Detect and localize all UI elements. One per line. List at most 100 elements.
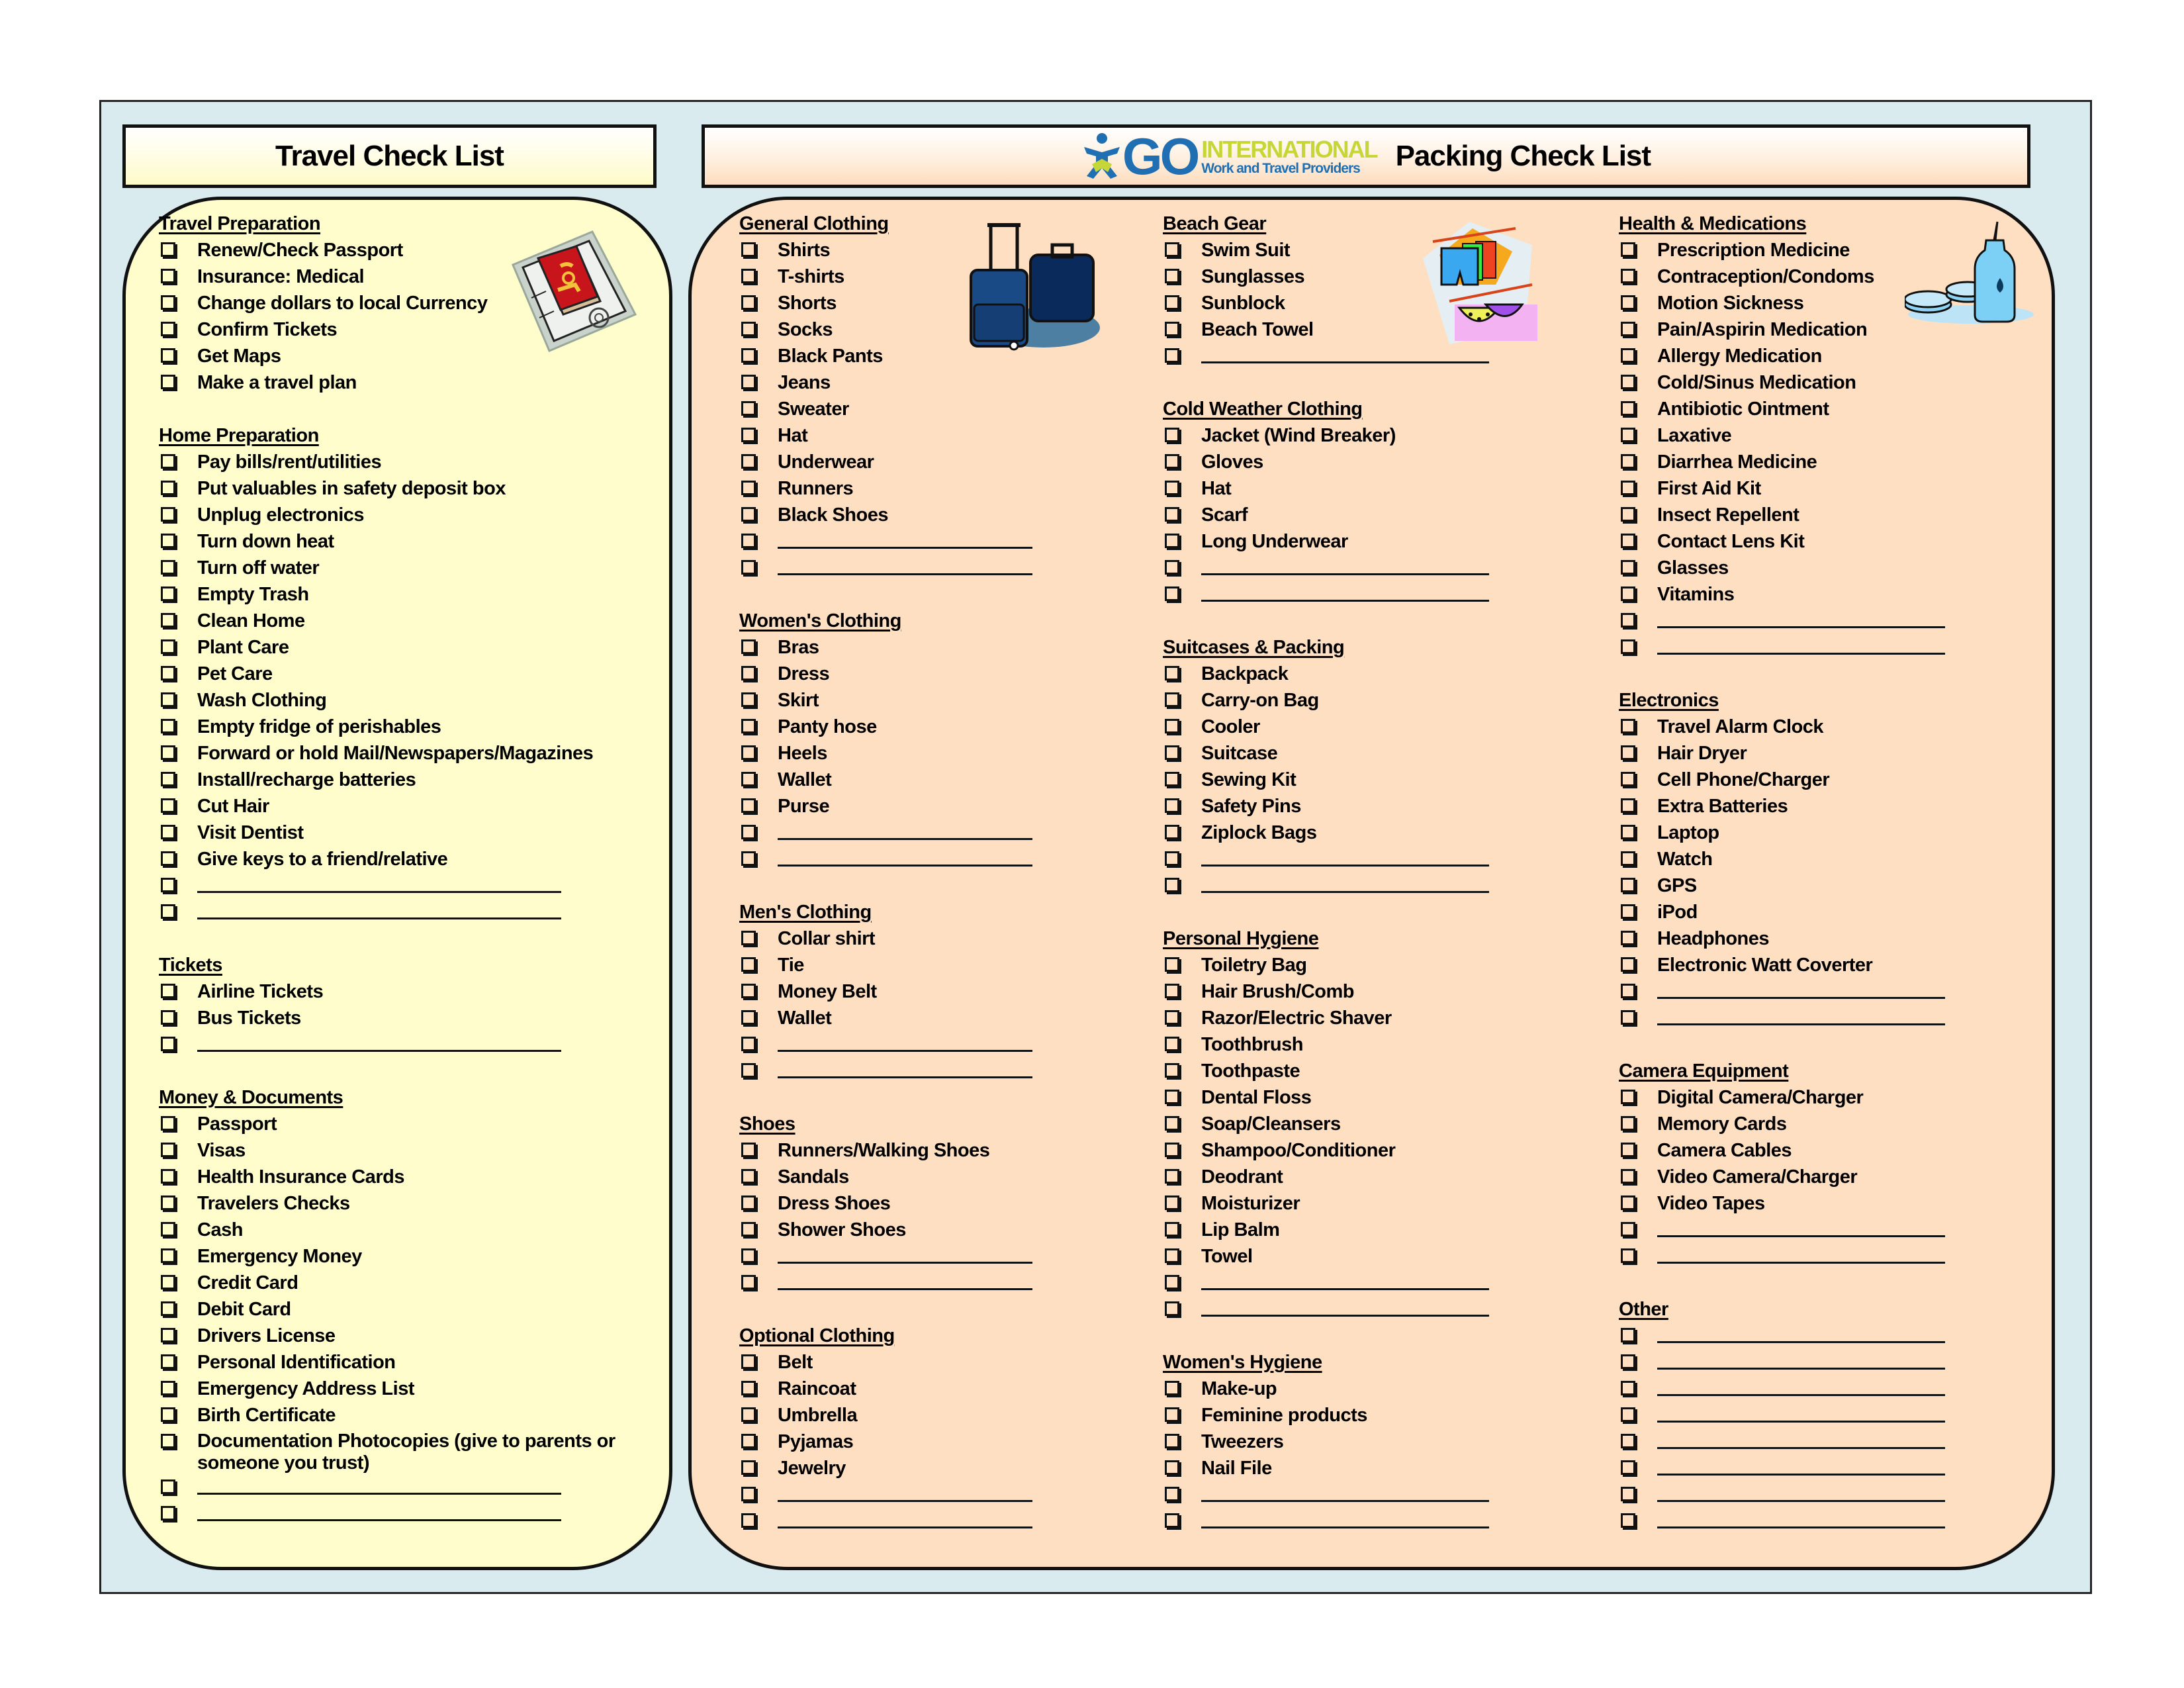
- checkbox[interactable]: [1165, 1222, 1179, 1237]
- checkbox[interactable]: [741, 798, 756, 813]
- write-in-line[interactable]: [1201, 1481, 1489, 1502]
- checkbox[interactable]: [161, 613, 175, 628]
- write-in-line[interactable]: [197, 1474, 561, 1495]
- checkbox[interactable]: [1165, 1063, 1179, 1078]
- checkbox[interactable]: [161, 1196, 175, 1210]
- checkbox[interactable]: [1165, 534, 1179, 548]
- write-in-line[interactable]: [1657, 1376, 1945, 1396]
- checkbox[interactable]: [1621, 825, 1635, 839]
- checkbox[interactable]: [161, 1010, 175, 1025]
- checkbox[interactable]: [741, 1063, 756, 1078]
- checkbox[interactable]: [1621, 481, 1635, 495]
- checkbox[interactable]: [1621, 586, 1635, 601]
- checkbox[interactable]: [741, 348, 756, 363]
- checkbox[interactable]: [741, 957, 756, 972]
- checkbox[interactable]: [1621, 1460, 1635, 1475]
- checkbox[interactable]: [741, 534, 756, 548]
- checkbox[interactable]: [161, 1275, 175, 1289]
- checkbox[interactable]: [1621, 1143, 1635, 1157]
- checkbox[interactable]: [1621, 1354, 1635, 1369]
- write-in-line[interactable]: [1201, 846, 1489, 867]
- checkbox[interactable]: [1621, 242, 1635, 257]
- checkbox[interactable]: [741, 666, 756, 680]
- checkbox[interactable]: [741, 745, 756, 760]
- checkbox[interactable]: [161, 322, 175, 336]
- checkbox[interactable]: [741, 1010, 756, 1025]
- checkbox[interactable]: [741, 1407, 756, 1422]
- write-in-line[interactable]: [1201, 872, 1489, 893]
- checkbox[interactable]: [161, 692, 175, 707]
- checkbox[interactable]: [1165, 1010, 1179, 1025]
- write-in-line[interactable]: [778, 1058, 1032, 1078]
- checkbox[interactable]: [161, 1407, 175, 1422]
- checkbox[interactable]: [161, 772, 175, 786]
- checkbox[interactable]: [1621, 269, 1635, 283]
- checkbox[interactable]: [161, 904, 175, 919]
- checkbox[interactable]: [1621, 639, 1635, 654]
- checkbox[interactable]: [161, 242, 175, 257]
- checkbox[interactable]: [741, 1487, 756, 1501]
- checkbox[interactable]: [161, 1354, 175, 1369]
- write-in-line[interactable]: [778, 1031, 1032, 1052]
- checkbox[interactable]: [1621, 1513, 1635, 1528]
- write-in-line[interactable]: [1657, 1481, 1945, 1502]
- checkbox[interactable]: [161, 1222, 175, 1237]
- checkbox[interactable]: [741, 1275, 756, 1289]
- checkbox[interactable]: [1621, 984, 1635, 998]
- checkbox[interactable]: [1621, 1222, 1635, 1237]
- checkbox[interactable]: [1165, 1513, 1179, 1528]
- checkbox[interactable]: [161, 348, 175, 363]
- write-in-line[interactable]: [1657, 1323, 1945, 1343]
- checkbox[interactable]: [741, 1169, 756, 1184]
- checkbox[interactable]: [741, 375, 756, 389]
- checkbox[interactable]: [1165, 984, 1179, 998]
- checkbox[interactable]: [741, 825, 756, 839]
- checkbox[interactable]: [1621, 560, 1635, 575]
- checkbox[interactable]: [741, 507, 756, 522]
- checkbox[interactable]: [161, 454, 175, 469]
- checkbox[interactable]: [1165, 1487, 1179, 1501]
- write-in-line[interactable]: [778, 1508, 1032, 1528]
- checkbox[interactable]: [1165, 825, 1179, 839]
- checkbox[interactable]: [1165, 269, 1179, 283]
- checkbox[interactable]: [161, 1116, 175, 1131]
- checkbox[interactable]: [1165, 1407, 1179, 1422]
- checkbox[interactable]: [1165, 692, 1179, 707]
- checkbox[interactable]: [1621, 931, 1635, 945]
- checkbox[interactable]: [1165, 1116, 1179, 1131]
- checkbox[interactable]: [161, 798, 175, 813]
- write-in-line[interactable]: [1657, 1217, 1945, 1237]
- checkbox[interactable]: [741, 984, 756, 998]
- checkbox[interactable]: [1165, 454, 1179, 469]
- write-in-line[interactable]: [778, 528, 1032, 549]
- checkbox[interactable]: [1621, 719, 1635, 733]
- checkbox[interactable]: [1165, 1275, 1179, 1289]
- write-in-line[interactable]: [1657, 608, 1945, 628]
- write-in-line[interactable]: [1657, 1005, 1945, 1025]
- checkbox[interactable]: [1621, 772, 1635, 786]
- checkbox[interactable]: [1621, 1434, 1635, 1448]
- checkbox[interactable]: [1621, 428, 1635, 442]
- checkbox[interactable]: [1165, 1434, 1179, 1448]
- checkbox[interactable]: [161, 1301, 175, 1316]
- write-in-line[interactable]: [1201, 1508, 1489, 1528]
- checkbox[interactable]: [1621, 798, 1635, 813]
- checkbox[interactable]: [1621, 1248, 1635, 1263]
- checkbox[interactable]: [1621, 375, 1635, 389]
- checkbox[interactable]: [1165, 1090, 1179, 1104]
- checkbox[interactable]: [1165, 878, 1179, 892]
- write-in-line[interactable]: [197, 872, 561, 893]
- write-in-line[interactable]: [1657, 1243, 1945, 1264]
- checkbox[interactable]: [161, 534, 175, 548]
- write-in-line[interactable]: [1201, 343, 1489, 363]
- checkbox[interactable]: [161, 1328, 175, 1342]
- checkbox[interactable]: [741, 454, 756, 469]
- checkbox[interactable]: [161, 507, 175, 522]
- checkbox[interactable]: [1165, 586, 1179, 601]
- write-in-line[interactable]: [1657, 1402, 1945, 1423]
- checkbox[interactable]: [741, 295, 756, 310]
- checkbox[interactable]: [1621, 1381, 1635, 1395]
- checkbox[interactable]: [1165, 851, 1179, 866]
- checkbox[interactable]: [1165, 295, 1179, 310]
- write-in-line[interactable]: [197, 1031, 561, 1052]
